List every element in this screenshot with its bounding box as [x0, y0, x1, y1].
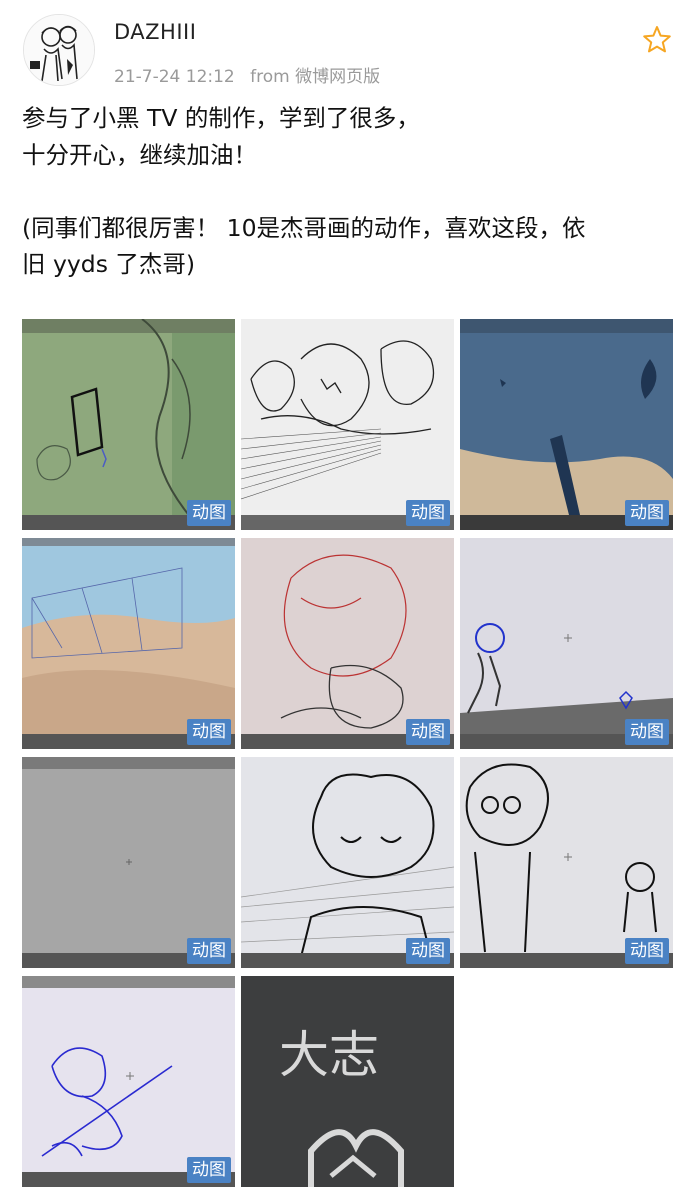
image-thumbnail-11[interactable]: 大志 — [241, 976, 454, 1187]
post-text: 参与了小黑 TV 的制作，学到了很多， 十分开心，继续加油！ (同事们都很厉害！… — [22, 100, 672, 283]
gif-thumbnail-1[interactable]: 动图 — [22, 319, 235, 530]
gif-badge: 动图 — [187, 500, 231, 526]
post-timestamp: 21-7-24 12:12 — [114, 67, 235, 87]
gif-thumbnail-10[interactable]: 动图 — [22, 976, 235, 1187]
gif-thumbnail-4[interactable]: 动图 — [22, 538, 235, 749]
gif-thumbnail-8[interactable]: 动图 — [241, 757, 454, 968]
gif-thumbnail-5[interactable]: 动图 — [241, 538, 454, 749]
gif-thumbnail-2[interactable]: 动图 — [241, 319, 454, 530]
animation-frame-image — [22, 976, 235, 1187]
gif-badge: 动图 — [625, 719, 669, 745]
animation-frame-image — [241, 538, 454, 749]
avatar-illustration — [24, 15, 94, 85]
gif-thumbnail-6[interactable]: 动图 — [460, 538, 673, 749]
animation-frame-image — [22, 538, 235, 749]
post-source[interactable]: from 微博网页版 — [250, 67, 380, 87]
post-meta: 21-7-24 12:12 from 微博网页版 — [114, 62, 390, 87]
gif-badge: 动图 — [187, 719, 231, 745]
gif-thumbnail-7[interactable]: 动图 — [22, 757, 235, 968]
weibo-post: DAZHIII 21-7-24 12:12 from 微博网页版 参与了小黑 T… — [0, 0, 694, 1200]
post-text-line — [22, 173, 672, 210]
gif-badge: 动图 — [406, 500, 450, 526]
animation-frame-image — [241, 319, 454, 530]
author-name[interactable]: DAZHIII — [114, 20, 196, 44]
gif-badge: 动图 — [625, 500, 669, 526]
gif-badge: 动图 — [406, 719, 450, 745]
gif-thumbnail-3[interactable]: 动图 — [460, 319, 673, 530]
post-text-line: 旧 yyds 了杰哥) — [22, 250, 196, 278]
post-text-line: 参与了小黑 TV 的制作，学到了很多， — [22, 104, 420, 132]
gif-badge: 动图 — [187, 1157, 231, 1183]
gif-badge: 动图 — [406, 938, 450, 964]
post-text-line: (同事们都很厉害！ 10是杰哥画的动作，喜欢这段，依 — [22, 213, 586, 242]
animation-frame-image — [460, 538, 673, 749]
animation-frame-image — [460, 757, 673, 968]
gif-thumbnail-9[interactable]: 动图 — [460, 757, 673, 968]
gif-badge: 动图 — [625, 938, 669, 964]
animation-frame-image — [460, 319, 673, 530]
author-avatar[interactable] — [23, 14, 95, 86]
star-outline-icon[interactable] — [641, 24, 673, 56]
animation-frame-image — [241, 757, 454, 968]
animation-frame-image — [22, 757, 235, 968]
watermark-text: 大志 — [279, 1026, 379, 1084]
watermark-logo-image: 大志 — [241, 976, 454, 1187]
post-text-line: 十分开心，继续加油！ — [22, 140, 257, 169]
image-grid: 动图 动图 动图 动图 动图 动图 动图 动图 动图 动图 大志 — [22, 319, 673, 1189]
gif-badge: 动图 — [187, 938, 231, 964]
animation-frame-image — [22, 319, 235, 530]
